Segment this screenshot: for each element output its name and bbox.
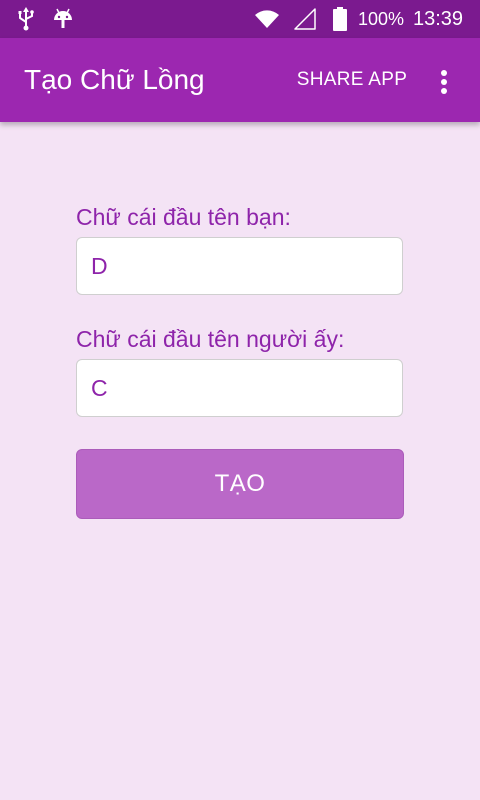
status-bar: 100% 13:39 (0, 0, 480, 38)
their-initial-label: Chữ cái đầu tên người ấy: (76, 326, 345, 352)
page-title: Tạo Chữ Lồng (24, 64, 205, 95)
app-bar: Tạo Chữ Lồng SHARE APP (0, 38, 480, 122)
usb-icon (18, 7, 34, 31)
create-button[interactable]: TẠO (76, 449, 404, 519)
more-vert-icon[interactable] (430, 64, 458, 96)
clock: 13:39 (413, 8, 464, 30)
battery-percent: 100% (358, 9, 405, 29)
wifi-icon (255, 10, 279, 28)
your-initial-input[interactable] (76, 237, 403, 295)
share-app-button[interactable]: SHARE APP (288, 64, 416, 96)
signal-icon (294, 8, 316, 30)
your-initial-label: Chữ cái đầu tên bạn: (76, 204, 291, 230)
their-initial-input[interactable] (76, 359, 403, 417)
android-icon (54, 8, 72, 28)
battery-icon (333, 7, 347, 31)
